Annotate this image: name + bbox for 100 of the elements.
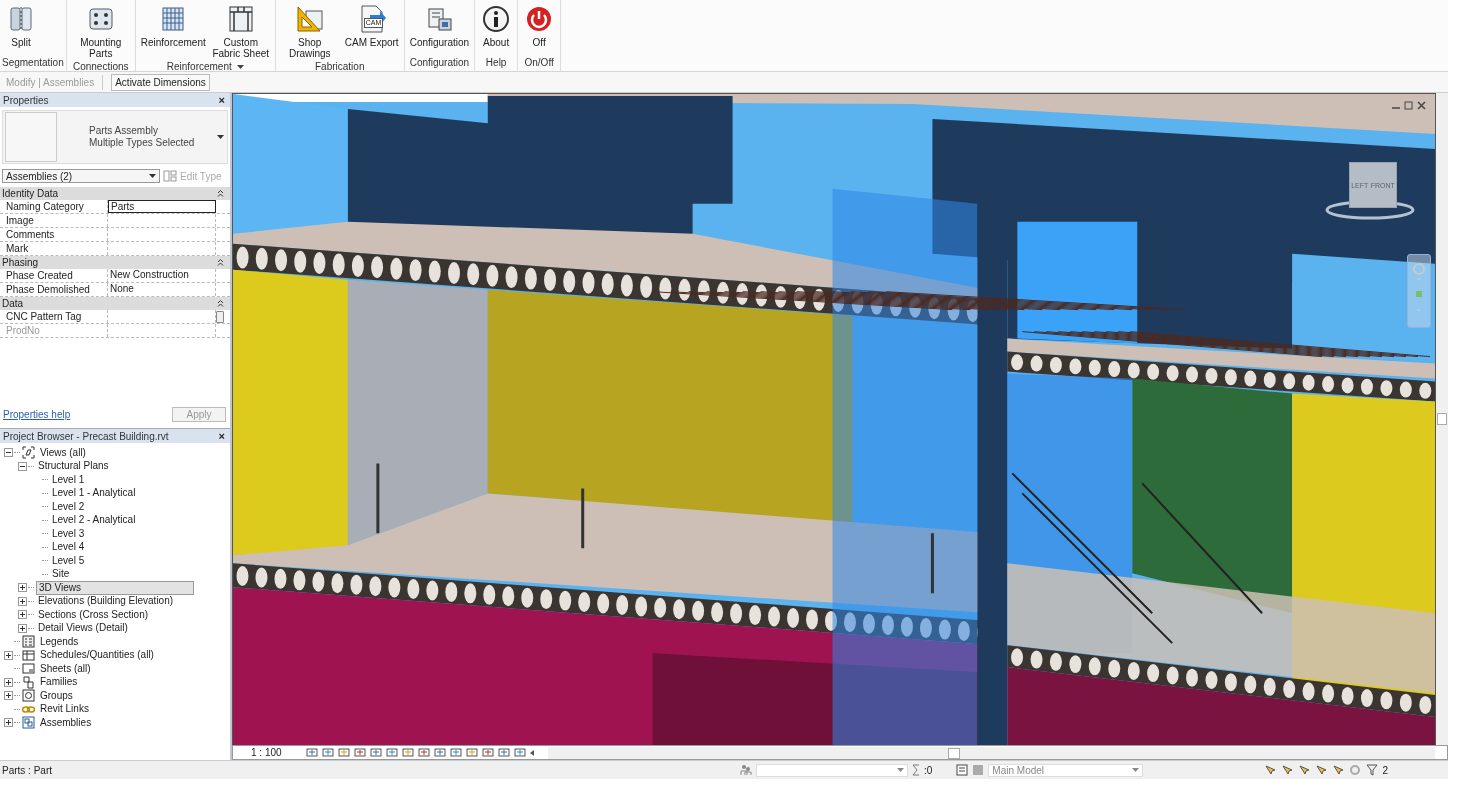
- property-value-field[interactable]: New Construction: [108, 269, 216, 282]
- expand-icon[interactable]: [18, 583, 27, 593]
- tree-item[interactable]: Detail Views (Detail): [36, 622, 130, 635]
- ribbon-button[interactable]: Mounting Parts: [68, 0, 133, 59]
- ribbon-button[interactable]: Configuration: [406, 0, 473, 48]
- panel-title: Project Browser - Precast Building.rvt: [3, 430, 169, 442]
- model-dropdown[interactable]: Main Model: [988, 763, 1144, 777]
- property-name: Naming Category: [0, 200, 108, 213]
- property-name: ProdNo: [0, 324, 108, 337]
- property-name: Mark: [0, 242, 108, 255]
- property-name: Comments: [0, 228, 108, 241]
- expand-icon[interactable]: [18, 610, 27, 620]
- type-selector[interactable]: Parts Assembly Multiple Types Selected: [2, 110, 228, 164]
- window-controls-icon: [1391, 101, 1427, 111]
- expand-icon[interactable]: [4, 650, 13, 660]
- ribbon-button[interactable]: Shop Drawings: [277, 0, 342, 59]
- tree-item[interactable]: Level 4: [50, 541, 87, 554]
- type-detail: Multiple Types Selected: [89, 137, 196, 149]
- tree-item[interactable]: Families: [38, 676, 80, 689]
- context-label: Modify | Assemblies: [6, 76, 95, 88]
- expand-icon[interactable]: [18, 623, 27, 633]
- group-header[interactable]: Phasing: [0, 256, 230, 269]
- filter-icon: [1366, 764, 1379, 776]
- panel-title: On/Off: [523, 56, 555, 70]
- collapse-icon: [217, 300, 224, 307]
- caret-icon: [149, 174, 156, 178]
- panel-title: Configuration: [408, 56, 471, 70]
- view-scale[interactable]: 1 : 100: [239, 747, 303, 758]
- assembly-icon: [22, 716, 35, 730]
- tree-item[interactable]: Legends: [38, 635, 81, 648]
- navigation-bar[interactable]: [1407, 254, 1431, 328]
- tree-item[interactable]: Structural Plans: [36, 460, 111, 473]
- ribbon-button[interactable]: Off: [520, 0, 559, 48]
- collapse-icon[interactable]: [18, 461, 27, 471]
- table-icon: [22, 648, 35, 662]
- caret-icon: [217, 135, 224, 139]
- group-title: Identity Data: [2, 188, 59, 199]
- browse-button[interactable]: [216, 310, 224, 323]
- family-icon: [22, 675, 35, 689]
- expand-icon[interactable]: [4, 718, 13, 728]
- left-arrow-icon: [530, 749, 535, 756]
- panel-title: Properties: [3, 94, 49, 106]
- views-icon: [22, 446, 35, 460]
- dropdown-value: Assemblies (2): [6, 170, 73, 182]
- tree-item[interactable]: Level 5: [50, 554, 87, 567]
- expand-icon[interactable]: [18, 596, 27, 606]
- vertical-scrollbar[interactable]: [1436, 93, 1448, 745]
- tree-item[interactable]: Level 1 - Analytical: [50, 487, 138, 500]
- type-icon: [163, 170, 177, 182]
- collapse-icon: [217, 259, 224, 266]
- tree-item[interactable]: Views (all): [38, 446, 88, 459]
- status-text: Parts : Part: [2, 764, 52, 776]
- tree-item[interactable]: Level 2 - Analytical: [50, 514, 138, 527]
- collapse-icon[interactable]: [4, 448, 13, 458]
- tree-item[interactable]: Level 1: [50, 473, 87, 486]
- property-name: CNC Pattern Tag: [0, 310, 108, 323]
- sigma-icon: [912, 764, 920, 776]
- property-name: Phase Demolished: [0, 283, 108, 296]
- tree-item[interactable]: 3D Views: [36, 580, 194, 595]
- expand-icon[interactable]: [4, 677, 13, 687]
- ribbon-button[interactable]: Split: [2, 0, 40, 48]
- filter-count: 2: [1382, 764, 1388, 776]
- panel-title: Connections: [71, 60, 130, 74]
- legend-icon: [22, 635, 35, 649]
- tree-item[interactable]: Sections (Cross Section): [36, 608, 151, 621]
- collapse-icon: [217, 190, 224, 197]
- ribbon-button[interactable]: Reinforcement: [137, 0, 209, 48]
- filter-dropdown[interactable]: Assemblies (2): [2, 169, 160, 183]
- horizontal-scrollbar[interactable]: [548, 746, 1435, 759]
- tree-item[interactable]: Groups: [38, 689, 75, 702]
- group-title: Phasing: [2, 257, 39, 268]
- group-header[interactable]: Identity Data: [0, 187, 230, 200]
- type-name: Parts Assembly: [89, 125, 159, 137]
- property-value-field[interactable]: None: [108, 283, 216, 296]
- tree-item[interactable]: Assemblies: [38, 716, 94, 729]
- tree-item[interactable]: Site: [50, 568, 72, 581]
- activate-dimensions-button[interactable]: Activate Dimensions: [111, 73, 210, 91]
- editing-requests-icon: [956, 764, 969, 776]
- group-title: Data: [2, 298, 24, 309]
- tree-item[interactable]: Sheets (all): [38, 662, 93, 675]
- properties-help-link[interactable]: Properties help: [3, 409, 71, 420]
- tree-item[interactable]: Elevations (Building Elevation): [36, 595, 176, 608]
- ribbon-button[interactable]: Custom Fabric Sheet: [208, 0, 273, 59]
- panel-title: Fabrication: [313, 60, 366, 74]
- expand-icon[interactable]: [4, 691, 13, 701]
- tree-item[interactable]: Level 2: [50, 500, 87, 513]
- close-button[interactable]: ×: [216, 94, 227, 106]
- caret-icon: [897, 768, 904, 772]
- dropdown-value: Main Model: [992, 764, 1045, 776]
- tree-item[interactable]: Level 3: [50, 527, 87, 540]
- close-button[interactable]: ×: [216, 430, 227, 442]
- tree-item[interactable]: Revit Links: [38, 703, 91, 716]
- property-value-field[interactable]: Parts: [108, 200, 216, 213]
- caret-icon: [1132, 768, 1140, 772]
- panel-title: Help: [484, 56, 508, 70]
- property-name: Image: [0, 214, 108, 227]
- group-header[interactable]: Data: [0, 297, 230, 310]
- ribbon-button[interactable]: About: [477, 0, 516, 48]
- panel-menu-button[interactable]: Reinforcement: [137, 59, 273, 75]
- tree-item[interactable]: Schedules/Quantities (all): [38, 649, 156, 662]
